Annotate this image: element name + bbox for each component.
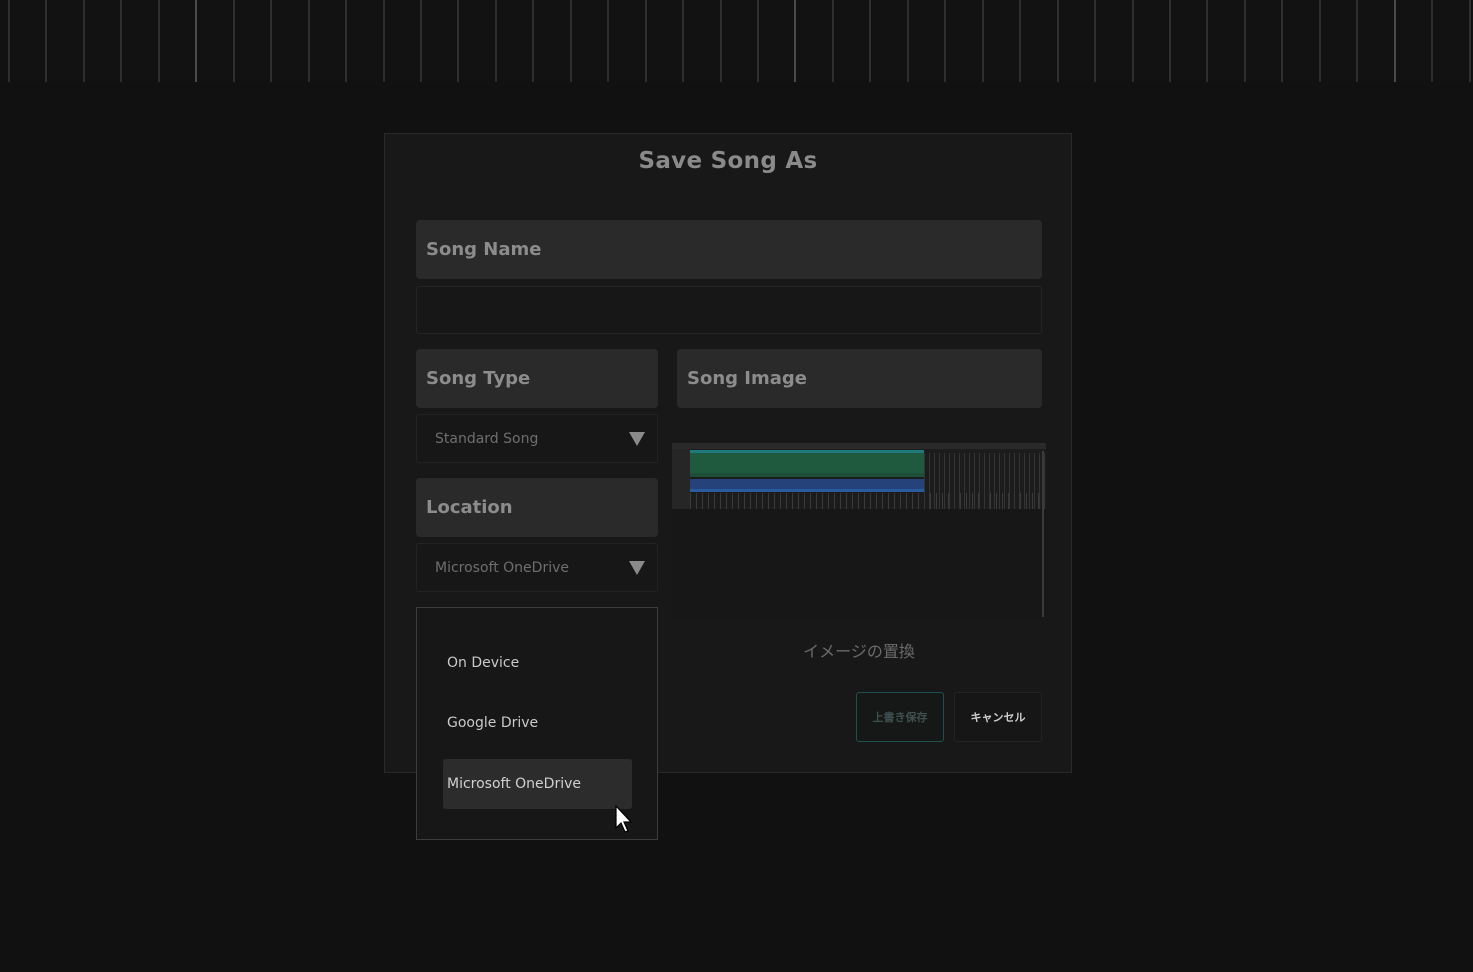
ruler-tick bbox=[645, 0, 647, 82]
ruler-tick bbox=[457, 0, 459, 82]
location-select[interactable]: Microsoft OneDrive bbox=[416, 543, 658, 592]
song-type-select[interactable]: Standard Song bbox=[416, 414, 658, 463]
ruler-tick bbox=[607, 0, 609, 82]
location-header: Location bbox=[416, 478, 658, 537]
ruler-tick bbox=[907, 0, 909, 82]
ruler-tick bbox=[570, 0, 572, 82]
ruler-tick bbox=[757, 0, 759, 82]
ruler-tick bbox=[1244, 0, 1246, 82]
ruler-tick bbox=[869, 0, 871, 82]
location-option-google-drive[interactable]: Google Drive bbox=[443, 698, 631, 748]
chevron-down-icon bbox=[629, 431, 645, 446]
location-value: Microsoft OneDrive bbox=[435, 559, 569, 576]
song-image-preview[interactable] bbox=[672, 443, 1046, 618]
location-option-microsoft-onedrive[interactable]: Microsoft OneDrive bbox=[443, 759, 632, 809]
ruler-tick bbox=[383, 0, 385, 82]
ruler-tick bbox=[794, 0, 796, 82]
ruler-tick bbox=[1169, 0, 1171, 82]
ruler-tick bbox=[270, 0, 272, 82]
ruler-tick bbox=[982, 0, 984, 82]
ruler-tick bbox=[158, 0, 160, 82]
song-name-header: Song Name bbox=[416, 220, 1042, 279]
ruler-tick bbox=[308, 0, 310, 82]
song-type-value: Standard Song bbox=[435, 430, 539, 447]
ruler-tick bbox=[532, 0, 534, 82]
chevron-down-icon bbox=[629, 560, 645, 575]
ruler-tick bbox=[233, 0, 235, 82]
song-type-header: Song Type bbox=[416, 349, 658, 408]
song-image-header: Song Image bbox=[677, 349, 1042, 408]
ruler-tick bbox=[1057, 0, 1059, 82]
ruler-tick bbox=[720, 0, 722, 82]
ruler-tick bbox=[1206, 0, 1208, 82]
ruler-tick bbox=[682, 0, 684, 82]
ruler-tick bbox=[495, 0, 497, 82]
ruler-tick bbox=[1431, 0, 1433, 82]
ruler-tick bbox=[83, 0, 85, 82]
ruler-tick bbox=[1319, 0, 1321, 82]
ruler-tick bbox=[1094, 0, 1096, 82]
cancel-button[interactable]: キャンセル bbox=[954, 692, 1042, 742]
song-thumbnail bbox=[672, 443, 1046, 509]
ruler-tick bbox=[1281, 0, 1283, 82]
ruler-tick bbox=[345, 0, 347, 82]
ruler-tick bbox=[944, 0, 946, 82]
ruler-tick bbox=[1019, 0, 1021, 82]
ruler-tick bbox=[1132, 0, 1134, 82]
preview-scrollbar bbox=[1042, 451, 1044, 617]
save-overwrite-button[interactable]: 上書き保存 bbox=[856, 692, 944, 742]
song-name-input[interactable] bbox=[416, 286, 1042, 334]
ruler-tick bbox=[832, 0, 834, 82]
location-option-on-device[interactable]: On Device bbox=[443, 638, 631, 688]
ruler-tick bbox=[420, 0, 422, 82]
replace-image-label[interactable]: イメージの置換 bbox=[672, 638, 1046, 662]
dialog-title: Save Song As bbox=[638, 148, 818, 174]
ruler-tick bbox=[8, 0, 10, 82]
ruler-tick bbox=[1469, 0, 1471, 82]
ruler-tick bbox=[120, 0, 122, 82]
timeline-ruler bbox=[0, 0, 1473, 82]
mouse-cursor-icon bbox=[615, 805, 633, 833]
ruler-tick bbox=[45, 0, 47, 82]
ruler-tick bbox=[1394, 0, 1396, 82]
ruler-tick bbox=[1356, 0, 1358, 82]
ruler-tick bbox=[195, 0, 197, 82]
